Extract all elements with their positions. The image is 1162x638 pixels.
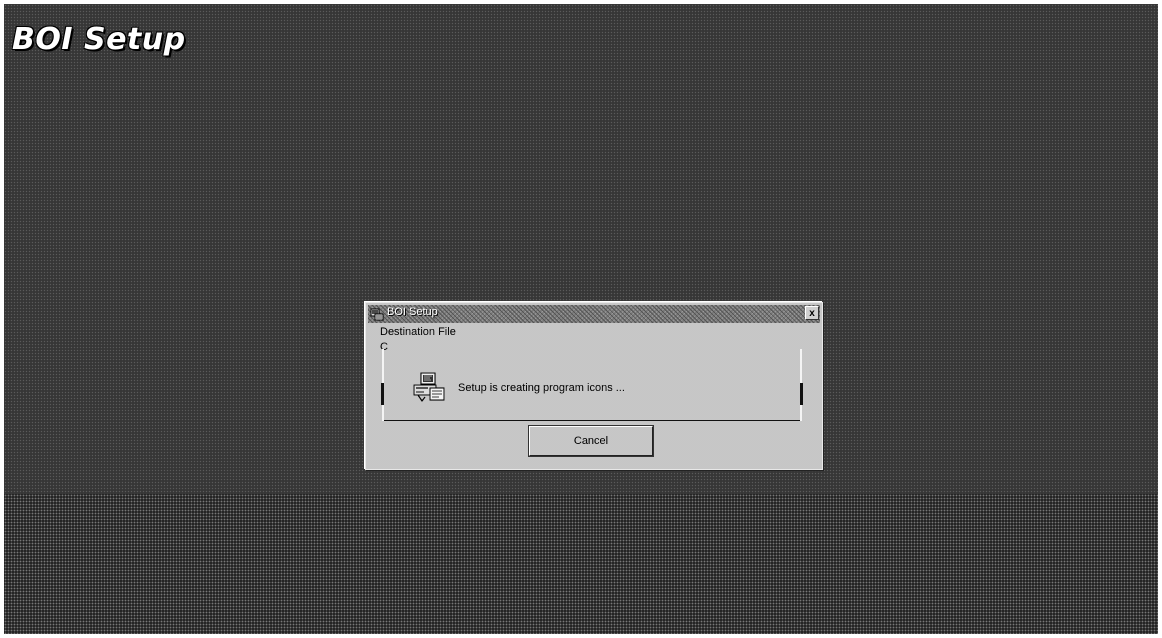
progress-right-edge xyxy=(800,383,803,405)
close-button[interactable]: x xyxy=(805,306,819,320)
status-text: Setup is creating program icons ... xyxy=(458,382,625,394)
background-lower-band xyxy=(4,494,1158,634)
computer-install-icon xyxy=(412,371,446,403)
app-title: BOI Setup xyxy=(12,22,186,57)
progress-left-edge xyxy=(381,383,384,405)
destination-label: Destination File xyxy=(380,326,456,338)
setup-dialog: BOI Setup x Destination File C Setup is … xyxy=(365,302,823,470)
progress-bottom-line xyxy=(384,420,800,421)
dialog-titlebar[interactable]: BOI Setup x xyxy=(368,305,820,323)
dialog-title: BOI Setup xyxy=(387,306,438,318)
cancel-button[interactable]: Cancel xyxy=(528,425,654,457)
progress-panel: Setup is creating program icons ... xyxy=(381,349,803,421)
setup-app-icon xyxy=(370,307,384,321)
setup-background: BOI Setup BOI Setup x Destination File C xyxy=(4,4,1158,634)
